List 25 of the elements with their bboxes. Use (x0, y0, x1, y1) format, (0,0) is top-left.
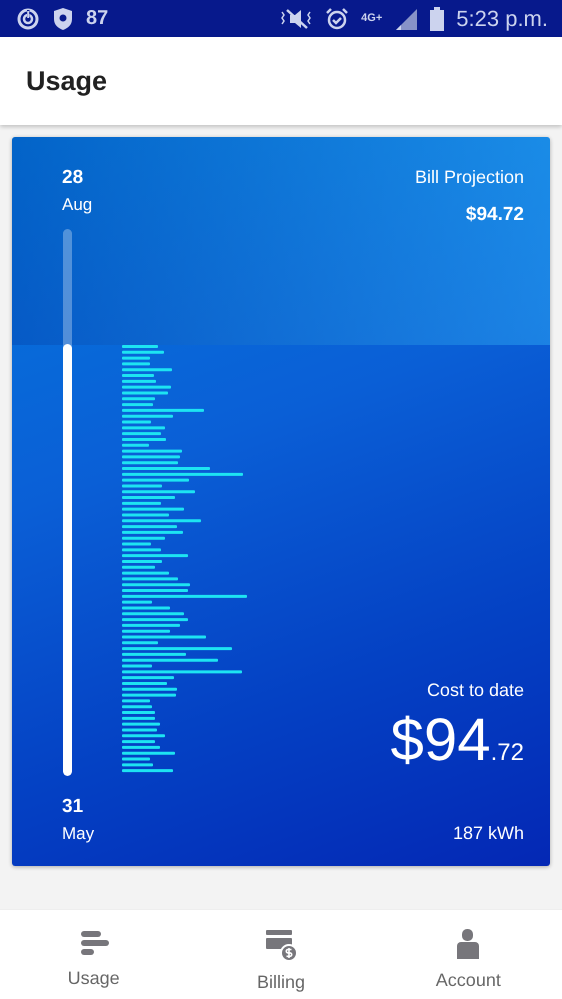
bill-projection-label: Bill Projection (414, 167, 524, 188)
end-month: May (62, 824, 94, 844)
card-dollar-icon (264, 928, 298, 962)
cost-to-date-label: Cost to date (426, 680, 524, 701)
power-icon (16, 6, 40, 30)
clock: 5:23 p.m. (456, 6, 548, 32)
end-day: 31 (62, 796, 84, 818)
shield-icon (52, 6, 74, 30)
date-range-slider[interactable] (63, 229, 72, 776)
nav-tab[interactable]: Billing (187, 910, 375, 999)
bars-icon (78, 928, 109, 958)
battery-icon (430, 6, 444, 30)
energy-used: 187 kWh (452, 823, 524, 844)
bill-projection-value: $94.72 (466, 204, 524, 226)
signal-icon (394, 6, 418, 30)
nav-tab[interactable]: Account (374, 910, 562, 999)
network-type: 4G+ (361, 13, 382, 24)
person-icon (456, 928, 480, 960)
mute-vibrate-icon (279, 6, 314, 30)
battery-level: 87 (86, 7, 108, 30)
page-title: Usage (26, 66, 108, 96)
alarm-icon (325, 6, 350, 30)
start-day: 28 (62, 167, 84, 189)
start-month: Aug (62, 195, 92, 215)
nav-tab[interactable]: Usage (0, 910, 188, 999)
